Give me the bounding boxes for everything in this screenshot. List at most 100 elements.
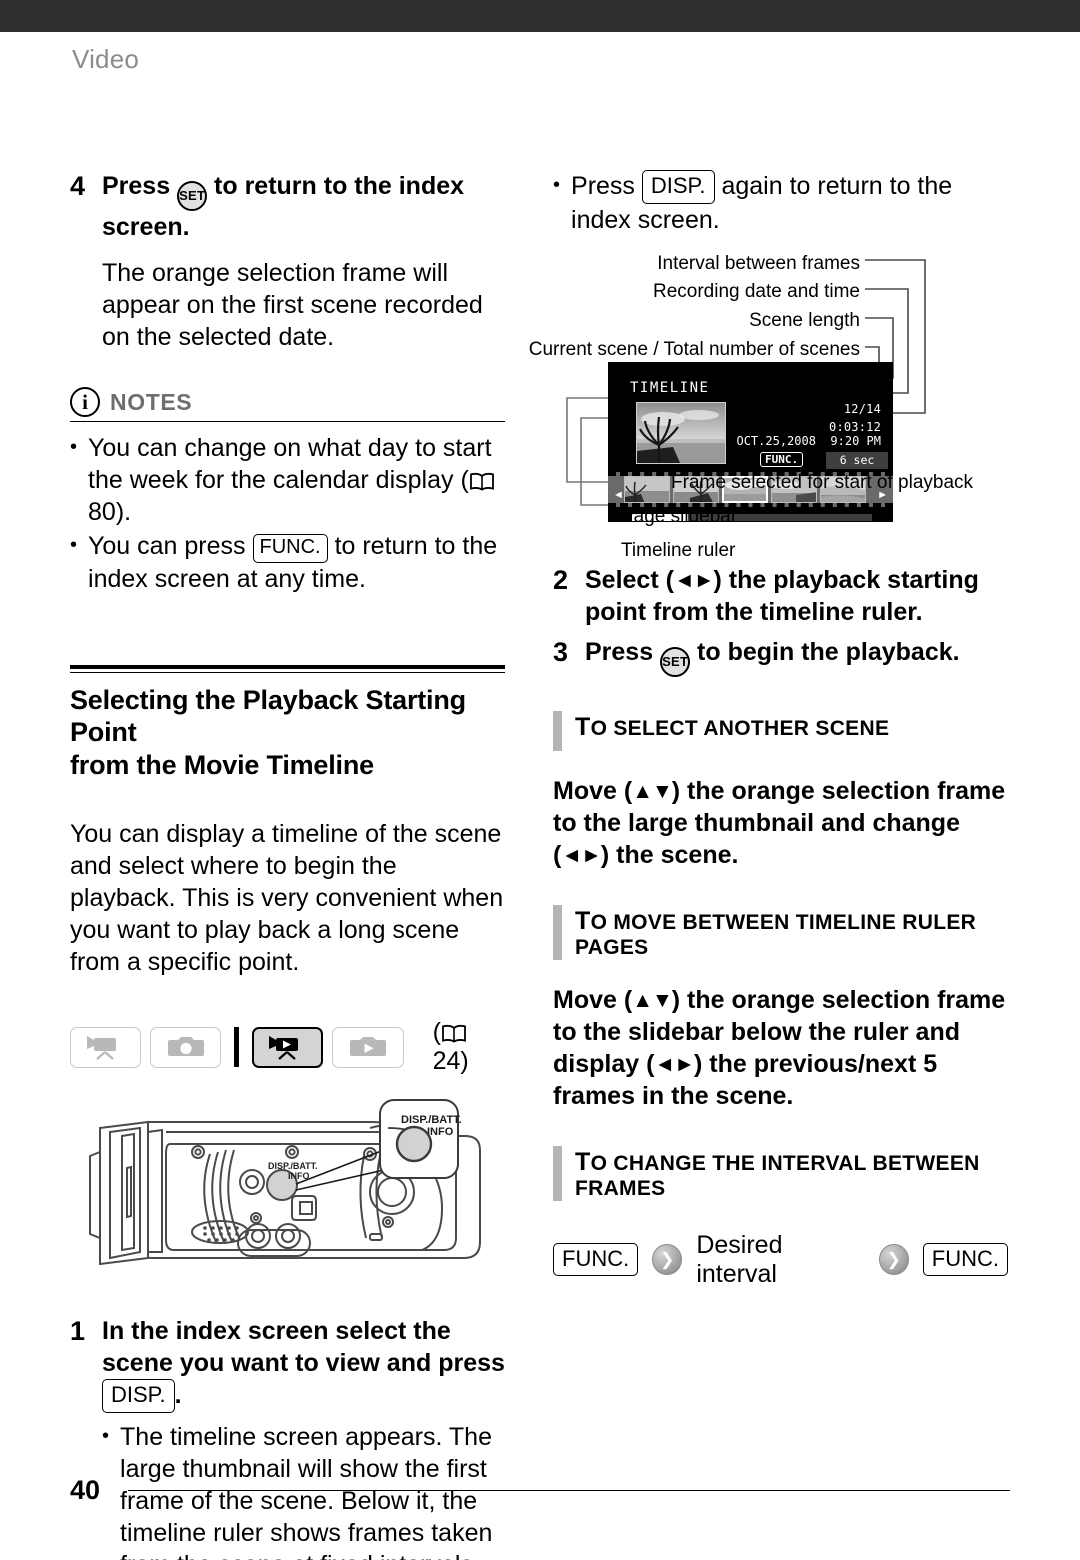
svg-text:INFO: INFO [427,1126,454,1138]
subheading-1-rest: O SELECT ANOTHER SCENE [590,716,890,740]
callout-label-list: Interval between frames Recording date a… [529,250,860,366]
note-item-2: You can press FUNC. to return to the ind… [88,530,505,595]
sub2-text-a: Move ( [553,985,633,1014]
page-number: 40 [70,1475,101,1505]
up-down-arrows-icon: ▲▼ [632,779,673,803]
left-right-arrows-icon: ◄► [654,1052,695,1076]
subheading-3-rest: O CHANGE THE INTERVAL BETWEEN FRAMES [575,1151,980,1200]
subheading-2-cap: T [575,906,591,935]
svg-text:DISP./BATT.: DISP./BATT. [268,1161,318,1171]
label-frame-selected: Frame selected for start of playback [671,471,974,493]
step-1-main-text: In the index screen select the scene you… [102,1317,505,1378]
left-right-arrows-icon: ◄► [561,843,602,867]
page-footer: 40 [70,1475,1010,1506]
screen-func-button[interactable]: FUNC. [760,451,804,467]
func-key-icon[interactable]: FUNC. [553,1242,639,1277]
right-top-bullet: • Press DISP. again to return to the ind… [553,170,1008,236]
timeline-screen-figure: Interval between frames Recording date a… [529,250,1008,562]
subheading-3-cap: T [575,1147,591,1176]
mode-button-camera-play[interactable] [332,1026,404,1068]
func-sequence-row: FUNC. ❯ Desired interval ❯ FUNC. [553,1231,1008,1289]
note-item-1: You can change on what day to start the … [88,432,505,528]
camera-photo-icon [167,1037,204,1057]
subheading-2-text: TO MOVE BETWEEN TIMELINE RULER PAGES [575,905,1008,960]
step-2-number: 2 [553,564,569,595]
disp-key-icon[interactable]: DISP. [641,170,715,204]
step-2: 2 Select (◄►) the playback starting poin… [553,564,1008,628]
step-4-text-before: Press [102,172,171,200]
subheading-change-interval: TO CHANGE THE INTERVAL BETWEEN FRAMES [553,1145,1008,1201]
right-bullet-text-a: Press [571,172,635,200]
subheading-accent-bar [553,904,562,960]
camcorder-record-icon [86,1036,116,1061]
step-1-period: . [174,1381,182,1410]
mode-ref-page: 24 [432,1047,461,1076]
set-button-icon[interactable]: SET [177,181,208,211]
note-1-text-b: ). [115,498,132,526]
subheading-select-another-scene: TO SELECT ANOTHER SCENE [553,710,1008,751]
mode-button-camcorder-record[interactable] [70,1026,142,1068]
subheading-move-between-pages: TO MOVE BETWEEN TIMELINE RULER PAGES [553,904,1008,960]
step-1-number: 1 [70,1316,86,1347]
notes-divider [70,421,505,422]
mode-button-camera-photo[interactable] [150,1026,222,1068]
section-title-line-2: from the Movie Timeline [70,750,374,781]
step-3: 3 Press SET to begin the playback. [553,636,1008,677]
callout-label-interval: Interval between frames [657,252,860,274]
chevron-right-icon: ❯ [652,1244,683,1275]
bullet-dot: • [70,534,78,556]
recording-time: 9:20 PM [830,433,881,448]
notes-label: NOTES [110,388,193,415]
func-key-icon[interactable]: FUNC. [252,534,328,563]
step-1-text: In the index screen select the scene you… [102,1315,505,1413]
subheading-1-text: TO SELECT ANOTHER SCENE [575,711,889,751]
step-3-text-b: to begin the playback. [697,637,960,666]
sub1-body: Move (▲▼) the orange selection frame to … [553,775,1008,871]
section-heading-block: Selecting the Playback Starting Point fr… [70,665,505,782]
notes-list: • You can change on what day to start th… [70,432,505,595]
sub1-text-c: ) the scene. [600,840,739,869]
large-thumbnail[interactable] [636,401,726,464]
notes-header: i NOTES [70,387,505,417]
step-3-number: 3 [553,636,569,667]
book-icon [441,1024,467,1043]
step-1: 1 In the index screen select the scene y… [70,1315,505,1413]
step-3-text-a: Press [585,637,654,666]
camcorder-play-icon [268,1036,298,1061]
mode-button-camcorder-play[interactable] [252,1026,324,1068]
disp-key-icon[interactable]: DISP. [102,1379,175,1413]
step-4-number: 4 [70,171,86,201]
step-4-detail: The orange selection frame will appear o… [102,259,483,351]
note-1-text-a: You can change on what day to start the … [88,434,492,494]
right-column: • Press DISP. again to return to the ind… [529,170,1008,1289]
camera-play-icon [350,1037,386,1057]
section-intro: You can display a timeline of the scene … [70,820,504,977]
running-head: Video [72,44,140,74]
screen-interval-value[interactable]: 6 sec [826,451,888,469]
subheading-2-rest: O MOVE BETWEEN TIMELINE RULER PAGES [575,910,977,959]
left-right-arrows-icon: ◄► [673,568,715,592]
scene-counter: 12/14 [843,401,881,416]
list-item: • You can press FUNC. to return to the i… [70,530,505,595]
left-column: 4 Press SET to return to the index scree… [70,170,505,1560]
recording-date: OCT.25,2008 [736,433,816,448]
func-key-icon[interactable]: FUNC. [922,1242,1008,1277]
step-3-text: Press SET to begin the playback. [585,636,960,677]
set-button-icon[interactable]: SET [660,646,691,677]
figure-foot-labels: Frame selected for start of playback Pag… [553,468,1008,566]
page-top-bar [0,0,1080,32]
label-timeline-ruler: Timeline ruler [621,540,736,562]
step-4: 4 Press SET to return to the index scree… [70,170,505,243]
section-title-line-1: Selecting the Playback Starting Point [70,684,466,748]
sub2-body: Move (▲▼) the orange selection frame to … [553,984,1008,1112]
subheading-accent-bar [553,1145,562,1201]
step-4-text: Press SET to return to the index screen. [102,170,505,243]
bullet-dot: • [70,436,78,458]
subheading-3-text: TO CHANGE THE INTERVAL BETWEEN FRAMES [575,1146,1008,1201]
step-2-text: Select (◄►) the playback starting point … [585,564,1008,628]
subheading-accent-bar [553,710,562,751]
manual-page: Video 4 Press SET to return to the index… [0,0,1080,1560]
mode-page-reference: ( 24) [433,1018,505,1076]
up-down-arrows-icon: ▲▼ [632,988,673,1012]
mode-ref-open: ( [432,1018,441,1047]
